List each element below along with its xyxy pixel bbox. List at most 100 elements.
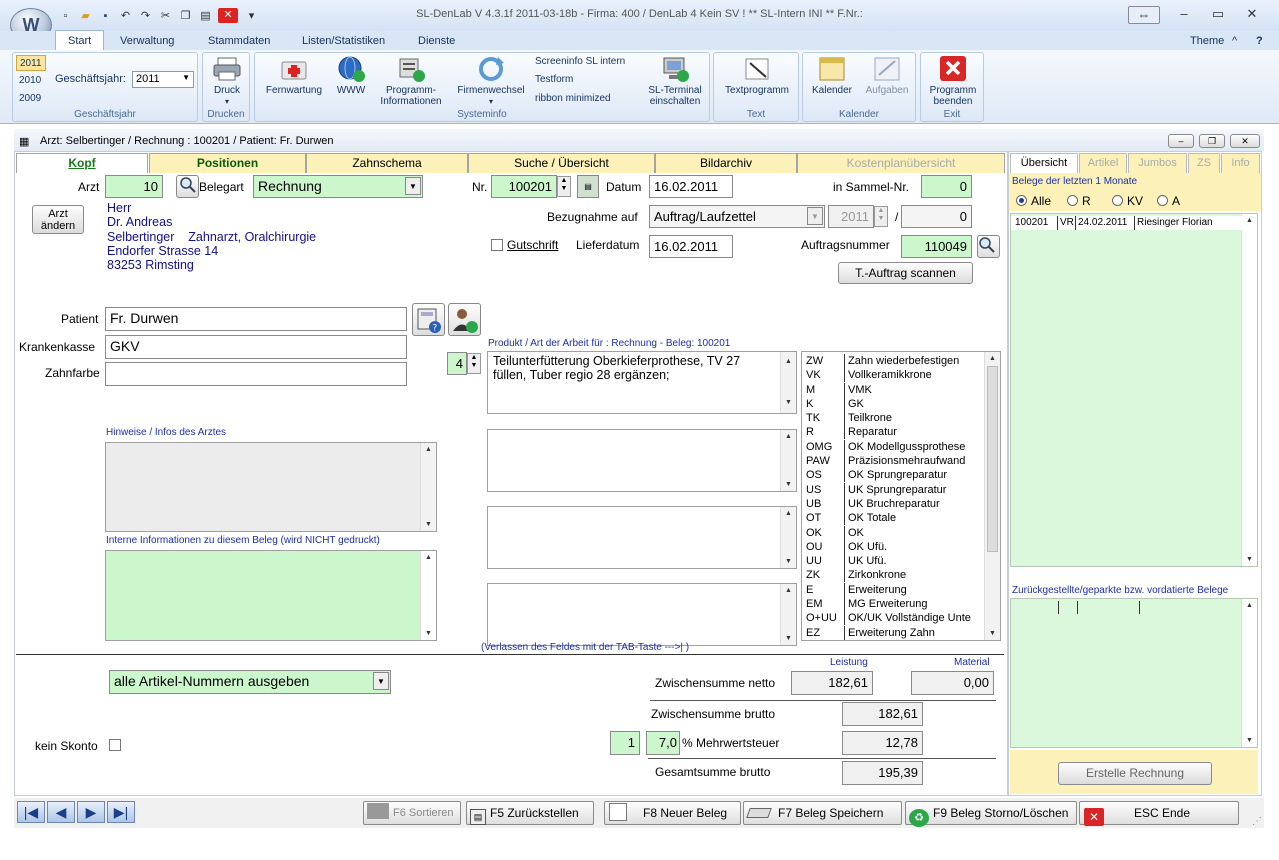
druck-button[interactable]: Druck ▾ <box>205 55 249 107</box>
tab-start[interactable]: Start <box>55 30 105 51</box>
www-button[interactable]: WWW <box>333 55 369 96</box>
skonto-checkbox[interactable] <box>109 739 121 751</box>
interne-textarea[interactable]: ▲ ▼ <box>105 550 437 641</box>
year-2011[interactable]: 2011 <box>16 55 46 71</box>
hinweise-textarea[interactable]: ▲ ▼ <box>105 442 437 532</box>
tab-verwaltung[interactable]: Verwaltung <box>116 33 178 50</box>
arzt-aendern-button[interactable]: Arzt ändern <box>32 205 84 234</box>
sammel-field[interactable]: 0 <box>921 175 972 198</box>
produkt-textarea-4[interactable]: ▲ ▼ <box>487 583 797 646</box>
patient-field[interactable]: Fr. Durwen <box>105 307 407 331</box>
lieferdatum-field[interactable]: 16.02.2011 <box>649 235 733 258</box>
scrollbar[interactable]: ▲ ▼ <box>420 443 436 531</box>
bezug-year-spinner[interactable]: ▲ ▼ <box>874 206 888 227</box>
doc-close-icon[interactable]: ✕ <box>1230 134 1260 148</box>
produkt-textarea-2[interactable]: ▲ ▼ <box>487 429 797 492</box>
auftragsnr-field[interactable]: 110049 <box>901 235 972 258</box>
fiscal-year-select[interactable]: 2011 ▼ <box>132 71 194 88</box>
code-list-item[interactable]: TK Teilkrone <box>806 411 986 426</box>
screeninfo-button[interactable]: Screeninfo SL intern <box>535 56 625 67</box>
tab-zahnschema[interactable]: Zahnschema <box>306 153 468 173</box>
code-list-item[interactable]: OS OK Sprungreparatur <box>806 468 986 483</box>
scrollbar-thumb[interactable] <box>987 366 998 552</box>
scrollbar[interactable]: ▲ ▼ <box>984 352 1000 640</box>
esc-ende-button[interactable]: ✕ ESC Ende <box>1079 801 1239 826</box>
mwst-rate-field[interactable]: 7,0 <box>646 731 680 755</box>
code-list-item[interactable]: ZK Zirkonkrone <box>806 568 986 583</box>
tab-suche-uebersicht[interactable]: Suche / Übersicht <box>468 153 655 173</box>
mwst-code-field[interactable]: 1 <box>610 731 640 755</box>
year-2009[interactable]: 2009 <box>16 91 46 107</box>
help-icon[interactable]: ? <box>1252 33 1267 50</box>
filter-alle[interactable]: Alle <box>1016 193 1051 209</box>
filter-kv[interactable]: KV <box>1112 193 1143 209</box>
code-list-item[interactable]: US UK Sprungreparatur <box>806 482 986 497</box>
tab-zs[interactable]: ZS <box>1188 153 1220 173</box>
code-list-item[interactable]: OMG OK Modellgussprothese <box>806 439 986 454</box>
tab-uebersicht[interactable]: Übersicht <box>1010 153 1078 173</box>
tab-kostenplanuebersicht[interactable]: Kostenplanübersicht <box>797 153 1005 173</box>
code-list-item[interactable]: OT OK Totale <box>806 511 986 526</box>
code-list-item[interactable]: ZW Zahn wiederbefestigen <box>806 354 986 368</box>
belege-list[interactable]: ▲ ▼ 100201 VR 24.02.2011 Riesinger Floria… <box>1010 213 1258 567</box>
last-record-icon[interactable]: ▶| <box>107 801 135 823</box>
minimize-icon[interactable]: – <box>1176 6 1192 24</box>
programm-beenden-button[interactable]: Programm beenden <box>923 55 983 107</box>
next-record-icon[interactable]: ▶ <box>77 801 105 823</box>
code-list-item[interactable]: UB UK Bruchreparatur <box>806 496 986 511</box>
belegart-select[interactable]: Rechnung ▼ <box>253 175 423 198</box>
bezug-select[interactable]: Auftrag/Laufzettel ▼ <box>649 205 825 228</box>
f9-storno-loeschen-button[interactable]: ♻ F9 Beleg Storno/Löschen <box>905 801 1077 827</box>
zahnfarbe-field[interactable] <box>105 362 407 386</box>
bezug-nr-field[interactable]: 0 <box>901 205 972 228</box>
erstelle-rechnung-button[interactable]: Erstelle Rechnung <box>1058 762 1212 785</box>
tab-stammdaten[interactable]: Stammdaten <box>204 33 274 50</box>
tab-info[interactable]: Info <box>1221 153 1260 173</box>
patient-person-button[interactable] <box>448 303 481 336</box>
code-list-item[interactable]: E Erweiterung <box>806 582 986 597</box>
scrollbar[interactable]: ▲ ▼ <box>1241 214 1257 566</box>
doc-minimize-icon[interactable]: – <box>1168 134 1194 148</box>
code-list-item[interactable]: PAW Präzisionsmehraufwand <box>806 454 986 469</box>
programm-informationen-button[interactable]: Programm- Informationen <box>369 55 453 107</box>
previous-record-icon[interactable]: ◀ <box>47 801 75 823</box>
scrollbar[interactable]: ▲ ▼ <box>780 430 796 491</box>
patient-calc-button[interactable]: ? <box>412 303 445 336</box>
scrollbar[interactable]: ▲ ▼ <box>780 584 796 645</box>
fernwartung-button[interactable]: Fernwartung <box>258 55 330 96</box>
filter-a[interactable]: A <box>1157 193 1180 209</box>
sl-terminal-button[interactable]: SL-Terminal einschalten <box>643 55 707 107</box>
produkt-count-spinner[interactable]: ▲ ▼ <box>467 353 481 374</box>
produkt-count-field[interactable]: 4 <box>447 352 467 375</box>
bezug-year-field[interactable]: 2011 <box>828 205 874 228</box>
testform-button[interactable]: Testform <box>535 74 573 85</box>
code-list[interactable]: ZW Zahn wiederbefestigen VK Vollkeramikkron… <box>801 351 1001 641</box>
ribbon-minimized-button[interactable]: ribbon minimized <box>535 93 611 104</box>
nr-spinner[interactable]: ▲ ▼ <box>557 176 571 197</box>
close-icon[interactable]: ✕ <box>1244 6 1260 24</box>
datum-field[interactable]: 16.02.2011 <box>649 175 733 198</box>
tab-bildarchiv[interactable]: Bildarchiv <box>655 153 797 173</box>
tab-artikel[interactable]: Artikel <box>1079 153 1127 173</box>
code-list-item[interactable]: OK OK <box>806 525 986 540</box>
artikel-select[interactable]: alle Artikel-Nummern ausgeben ▼ <box>109 670 391 694</box>
f5-zurueckstellen-button[interactable]: ▤ F5 Zurückstellen <box>466 801 594 825</box>
textprogramm-button[interactable]: Textprogramm <box>716 55 798 96</box>
code-list-item[interactable]: O+UU OK/UK Vollständige Unte <box>806 611 986 626</box>
tab-jumbos[interactable]: Jumbos <box>1128 153 1187 173</box>
f6-sortieren-button[interactable]: F6 Sortieren <box>363 801 461 825</box>
doc-restore-icon[interactable]: ❐ <box>1199 134 1225 148</box>
tab-listen-statistiken[interactable]: Listen/Statistiken <box>298 33 389 50</box>
maximize-icon[interactable]: ▭ <box>1210 6 1226 24</box>
f8-neuer-beleg-button[interactable]: F8 Neuer Beleg <box>604 801 741 825</box>
aufgaben-button[interactable]: Aufgaben <box>859 55 915 96</box>
collapse-ribbon-icon[interactable]: ^ <box>1228 33 1241 50</box>
kasse-field[interactable]: GKV <box>105 335 407 359</box>
code-list-item[interactable]: VK Vollkeramikkrone <box>806 368 986 383</box>
filter-r[interactable]: R <box>1067 193 1091 209</box>
produkt-textarea[interactable]: Teilunterfütterung Oberkieferprothese, T… <box>487 351 797 414</box>
arzt-search-button[interactable] <box>176 175 199 198</box>
scrollbar[interactable]: ▲ ▼ <box>420 551 436 640</box>
firmenwechsel-button[interactable]: Firmenwechsel ▾ <box>453 55 529 107</box>
resize-grip-icon[interactable]: ⋰ <box>1252 816 1262 827</box>
